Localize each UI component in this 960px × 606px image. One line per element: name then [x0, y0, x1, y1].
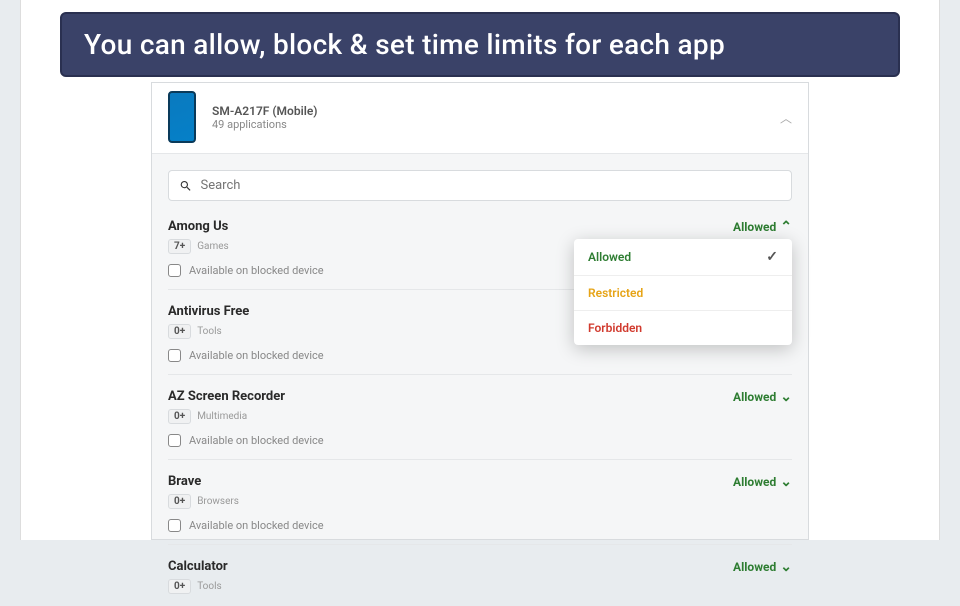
caption-banner: You can allow, block & set time limits f…: [60, 12, 900, 77]
blocked-device-checkbox[interactable]: [168, 519, 181, 532]
app-category: Tools: [197, 326, 221, 337]
chevron-down-icon: ⌄: [780, 475, 792, 489]
app-category: Tools: [197, 581, 221, 592]
checkbox-label: Available on blocked device: [189, 519, 324, 532]
page-frame: SM-A217F (Mobile) 49 applications ︿ Amon…: [20, 0, 940, 540]
status-label: Allowed: [733, 220, 776, 234]
search-icon: [179, 179, 193, 193]
status-label: Allowed: [733, 475, 776, 489]
device-app-count: 49 applications: [212, 118, 318, 131]
status-dropdown-trigger[interactable]: Allowed ⌄: [733, 560, 792, 574]
device-model: SM-A217F (Mobile): [212, 104, 318, 118]
app-name: Among Us: [168, 219, 228, 234]
status-label: Allowed: [733, 560, 776, 574]
age-badge: 0+: [168, 409, 191, 424]
apps-content: Among Us Allowed ⌃ 7+ Games Available on…: [152, 154, 808, 606]
app-category: Browsers: [197, 496, 239, 507]
device-info: SM-A217F (Mobile) 49 applications: [212, 104, 318, 131]
chevron-down-icon: ⌄: [780, 560, 792, 574]
age-badge: 0+: [168, 494, 191, 509]
status-dropdown-trigger[interactable]: Allowed ⌄: [733, 475, 792, 489]
dropdown-option-allowed[interactable]: Allowed ✓: [574, 239, 792, 276]
app-row: AZ Screen Recorder Allowed ⌄ 0+ Multimed…: [168, 389, 792, 460]
device-thumbnail: [168, 91, 196, 143]
status-dropdown-trigger[interactable]: Allowed ⌄: [733, 390, 792, 404]
app-name: Calculator: [168, 559, 228, 574]
age-badge: 7+: [168, 239, 191, 254]
search-input[interactable]: [201, 178, 782, 193]
status-label: Allowed: [733, 390, 776, 404]
app-row: Calculator Allowed ⌄ 0+ Tools: [168, 559, 792, 606]
checkbox-label: Available on blocked device: [189, 349, 324, 362]
checkbox-label: Available on blocked device: [189, 264, 324, 277]
chevron-down-icon: ⌄: [780, 390, 792, 404]
device-header[interactable]: SM-A217F (Mobile) 49 applications ︿: [152, 83, 808, 154]
status-dropdown-trigger[interactable]: Allowed ⌃: [733, 220, 792, 234]
blocked-device-checkbox[interactable]: [168, 434, 181, 447]
status-dropdown-menu: Allowed ✓ Restricted Forbidden: [574, 239, 792, 345]
search-input-wrapper[interactable]: [168, 170, 792, 201]
age-badge: 0+: [168, 579, 191, 594]
apps-panel: SM-A217F (Mobile) 49 applications ︿ Amon…: [151, 82, 809, 540]
chevron-up-icon[interactable]: ︿: [780, 110, 792, 127]
app-category: Multimedia: [197, 411, 247, 422]
dropdown-option-restricted[interactable]: Restricted: [574, 276, 792, 311]
app-name: Brave: [168, 474, 201, 489]
blocked-device-checkbox[interactable]: [168, 349, 181, 362]
check-icon: ✓: [766, 249, 778, 265]
app-row: Among Us Allowed ⌃ 7+ Games Available on…: [168, 219, 792, 290]
chevron-up-icon: ⌃: [780, 220, 792, 234]
app-row: Brave Allowed ⌄ 0+ Browsers Available on…: [168, 474, 792, 545]
blocked-device-checkbox[interactable]: [168, 264, 181, 277]
dropdown-option-forbidden[interactable]: Forbidden: [574, 311, 792, 345]
age-badge: 0+: [168, 324, 191, 339]
app-name: AZ Screen Recorder: [168, 389, 285, 404]
checkbox-label: Available on blocked device: [189, 434, 324, 447]
app-name: Antivirus Free: [168, 304, 249, 319]
app-category: Games: [197, 241, 228, 252]
